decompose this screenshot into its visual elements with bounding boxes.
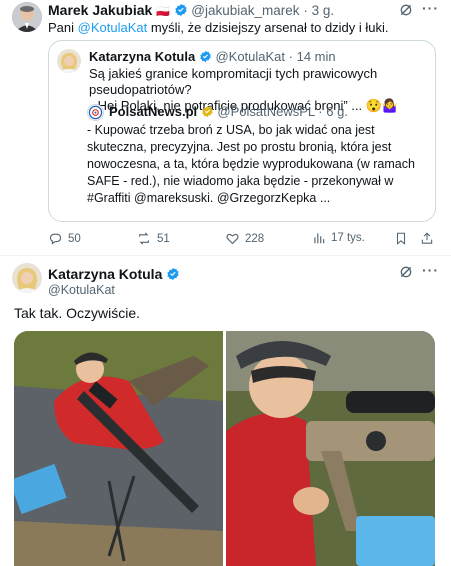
avatar-katarzyna-kotula-large[interactable] <box>12 263 42 293</box>
verified-business-icon <box>201 105 214 121</box>
views-chart-icon <box>314 233 325 244</box>
verified-icon <box>166 267 180 284</box>
avatar-katarzyna-kotula <box>57 49 81 73</box>
views-button[interactable]: 17 tys. <box>312 231 365 245</box>
author-name[interactable]: Marek Jakubiak <box>48 2 152 18</box>
like-count: 228 <box>245 232 265 245</box>
tweet1-text-after: myśli, że dzisiejszy arsenał to dzidy i … <box>147 20 389 35</box>
grok-icon[interactable] <box>398 264 414 285</box>
like-button[interactable]: 228 <box>225 231 264 246</box>
more-options-icon[interactable]: ··· <box>422 0 439 16</box>
verified-icon <box>199 50 212 66</box>
avatar-marek-jakubiak[interactable] <box>12 2 42 32</box>
author-name[interactable]: Katarzyna Kotula <box>48 266 162 282</box>
quote-author-name[interactable]: Katarzyna Kotula <box>89 49 195 64</box>
flag-icon: 🇵🇱 <box>156 6 170 18</box>
polsat-news-logo <box>87 104 104 121</box>
bookmark-button[interactable] <box>394 231 408 246</box>
quote-header: Katarzyna Kotula @KotulaKat · 14 min <box>89 49 336 66</box>
reply-button[interactable]: 50 <box>48 231 81 246</box>
nested-quoted-tweet[interactable]: PolsatNews.pl @PolsatNewsPL · 6 g. - Kup… <box>87 104 429 214</box>
author-handle[interactable]: @jakubiak_marek <box>191 3 299 18</box>
quote-text-line2: pseudopatriotów? <box>89 82 192 97</box>
tweet2-header: Katarzyna Kotula <box>48 266 180 284</box>
heart-icon <box>226 233 239 245</box>
tweet-photo-2[interactable] <box>226 331 435 566</box>
tweet1-header: Marek Jakubiak 🇵🇱 @jakubiak_marek · 3 g. <box>48 2 334 20</box>
nested-author-name: PolsatNews.pl <box>109 104 198 119</box>
nested-quote-header: PolsatNews.pl @PolsatNewsPL · 6 g. <box>109 104 348 121</box>
author-handle[interactable]: @KotulaKat <box>48 283 115 297</box>
reply-count: 50 <box>68 232 81 245</box>
verified-icon <box>174 3 188 20</box>
reply-icon <box>49 233 62 245</box>
tweet-photo-1[interactable] <box>14 331 223 566</box>
mention-link[interactable]: @KotulaKat <box>78 20 148 35</box>
view-count: 17 tys. <box>331 232 365 244</box>
tweet2-text: Tak tak. Oczywiście. <box>14 305 141 321</box>
tweet1-text-before: Pani <box>48 20 78 35</box>
tweet1-text: Pani @KotulaKat myśli, że dzisiejszy ars… <box>48 20 389 35</box>
quote-text-line1: Są jakieś granice kompromitacji tych pra… <box>89 66 378 81</box>
nested-author-handle: @PolsatNewsPL <box>217 104 315 119</box>
more-options-icon[interactable]: ··· <box>422 262 439 278</box>
repost-button[interactable]: 51 <box>136 231 170 246</box>
repost-count: 51 <box>157 232 170 245</box>
tweet-time[interactable]: · 3 g. <box>303 3 334 18</box>
nested-time: · 6 g. <box>318 104 348 119</box>
quoted-tweet-card[interactable]: Katarzyna Kotula @KotulaKat · 14 min Są … <box>48 40 436 222</box>
share-button[interactable] <box>420 231 434 246</box>
tweet1-action-bar: 50 51 228 17 tys. <box>48 231 438 247</box>
bookmark-icon <box>396 232 406 245</box>
grok-icon[interactable] <box>398 2 414 23</box>
repost-icon <box>139 232 149 245</box>
avatar-image <box>12 2 42 32</box>
quote-author-handle: @KotulaKat <box>215 49 286 64</box>
tweet-divider <box>0 255 451 256</box>
nested-quote-text: - Kupować trzeba broń z USA, bo jak wida… <box>87 123 415 205</box>
quote-time: · 14 min <box>288 49 336 64</box>
share-icon <box>421 232 433 244</box>
